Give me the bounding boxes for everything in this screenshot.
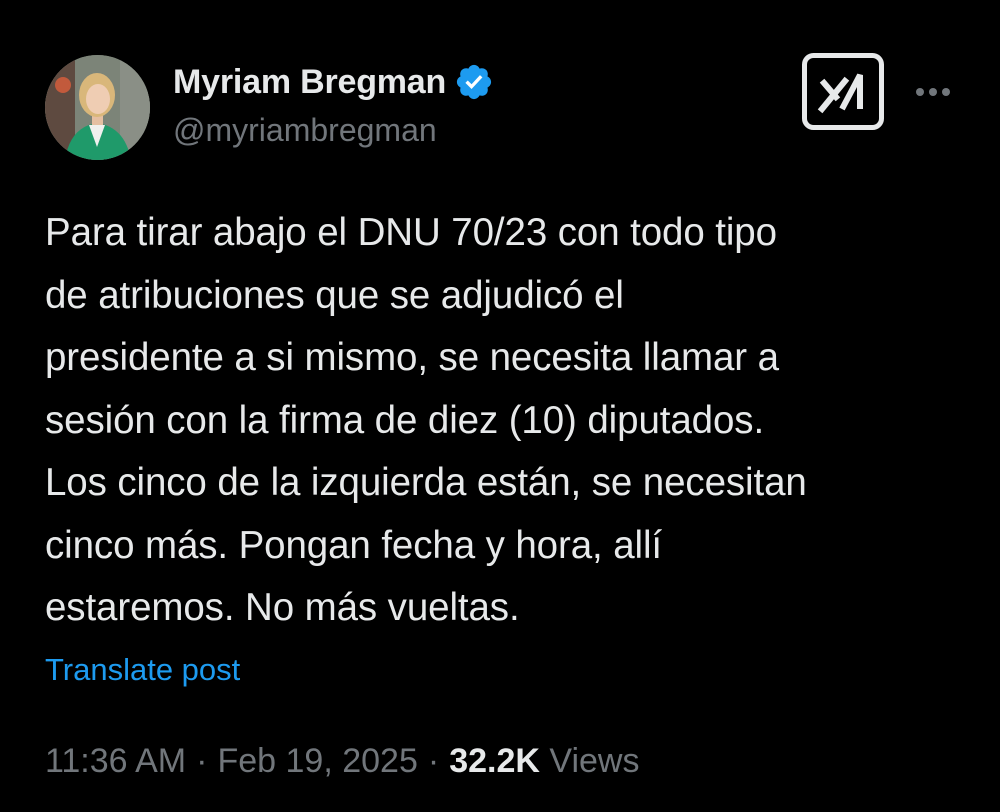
meta-separator: ·: [427, 742, 440, 780]
more-options-icon: [916, 88, 950, 96]
post-date[interactable]: Feb 19, 2025: [217, 742, 417, 780]
name-row: Myriam Bregman: [173, 60, 494, 104]
tweet-meta: 11:36 AM · Feb 19, 2025 · 32.2K Views: [45, 742, 639, 781]
tweet-text-line: Para tirar abajo el DNU 70/23 con todo t…: [45, 211, 777, 254]
tweet-text: Para tirar abajo el DNU 70/23 con todo t…: [45, 202, 965, 640]
tweet-card: Myriam Bregman @myriambregman Para tirar…: [0, 0, 1000, 812]
tweet-text-line: estaremos. No más vueltas.: [45, 586, 520, 629]
meta-separator: ·: [196, 742, 208, 780]
tweet-text-line: Los cinco de la izquierda están, se nece…: [45, 461, 807, 504]
post-time[interactable]: 11:36 AM: [45, 742, 186, 780]
handle[interactable]: @myriambregman: [173, 112, 494, 149]
grok-button[interactable]: [802, 53, 884, 130]
grok-icon: [802, 53, 884, 130]
verified-badge-icon[interactable]: [454, 62, 494, 102]
author-info: Myriam Bregman @myriambregman: [173, 60, 494, 149]
avatar[interactable]: [45, 55, 150, 160]
tweet-text-line: cinco más. Pongan fecha y hora, allí: [45, 523, 663, 567]
tweet-text-line: de atribuciones que se adjudicó el: [45, 273, 624, 317]
views-count[interactable]: 32.2K: [449, 742, 540, 780]
profile-photo-icon: [45, 55, 150, 160]
display-name[interactable]: Myriam Bregman: [173, 63, 446, 102]
translate-post-link[interactable]: Translate post: [45, 652, 240, 688]
tweet-text-line: presidente a si mismo, se necesita llama…: [45, 336, 779, 379]
tweet-text-line: sesión con la firma de diez (10) diputad…: [45, 398, 765, 442]
more-options-button[interactable]: [912, 80, 954, 104]
views-label: Views: [549, 742, 640, 780]
